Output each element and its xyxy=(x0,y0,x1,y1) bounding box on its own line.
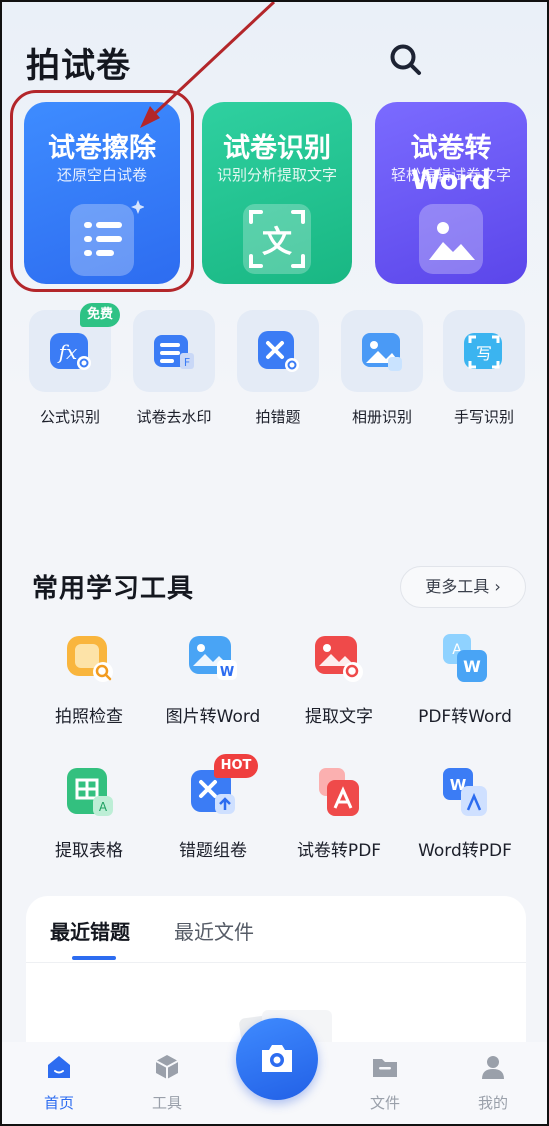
mistake-x-icon xyxy=(258,331,299,372)
tool-pdf-to-word[interactable]: A W PDF转Word xyxy=(400,630,530,727)
nav-files[interactable]: 文件 xyxy=(350,1052,420,1113)
exam-to-pdf-icon xyxy=(319,768,359,816)
tool-photo-mistakes[interactable]: 拍错题 xyxy=(236,310,320,427)
svg-text:W: W xyxy=(220,665,234,680)
active-tab-underline xyxy=(72,956,116,960)
svg-text:F: F xyxy=(184,356,190,369)
tool-handwriting-label: 手写识别 xyxy=(453,408,514,426)
folder-icon xyxy=(373,1059,397,1077)
svg-text:fx: fx xyxy=(57,340,78,364)
handwriting-icon: 写 xyxy=(464,333,502,369)
tool-word-to-pdf-label: Word转PDF xyxy=(418,841,512,861)
tool-exam-to-pdf-label: 试卷转PDF xyxy=(296,841,382,861)
word-to-pdf-icon: W xyxy=(443,768,487,816)
user-icon xyxy=(482,1056,504,1079)
scan-text-icon: 文 xyxy=(243,204,311,274)
tool-remove-watermark-label: 试卷去水印 xyxy=(136,408,212,426)
tool-photo-mistakes-label: 拍错题 xyxy=(255,408,301,426)
tool-album-recognition-label: 相册识别 xyxy=(351,408,412,426)
tool-photo-check[interactable]: 拍照检查 xyxy=(24,630,154,727)
tool-formula-recognition[interactable]: fx 公式识别 xyxy=(28,310,112,427)
exam-recognize-title: 试卷识别 xyxy=(223,133,331,164)
nav-me[interactable]: 我的 xyxy=(458,1052,528,1113)
nav-home-label: 首页 xyxy=(43,1094,74,1112)
scan-text-glyph: 文 xyxy=(262,225,292,260)
annotation-highlight-ring xyxy=(10,90,194,292)
tool-image-to-word[interactable]: W 图片转Word xyxy=(148,630,278,727)
exam-to-word-title: 试卷转Word xyxy=(410,133,492,196)
svg-text:A: A xyxy=(99,800,108,814)
home-icon xyxy=(48,1056,70,1078)
tool-pdf-to-word-label: PDF转Word xyxy=(418,707,512,727)
nav-tools-label: 工具 xyxy=(151,1094,182,1112)
tool-extract-table-label: 提取表格 xyxy=(55,841,123,861)
tool-formula-label: 公式识别 xyxy=(39,408,100,426)
watermark-remove-icon: F xyxy=(154,335,194,369)
camera-button[interactable] xyxy=(236,1018,318,1100)
tool-remove-watermark[interactable]: F 试卷去水印 xyxy=(132,310,216,427)
tab-recent-files[interactable]: 最近文件 xyxy=(174,916,254,945)
tool-exam-to-pdf[interactable]: 试卷转PDF xyxy=(274,764,404,861)
camera-icon xyxy=(262,1045,292,1072)
handwriting-glyph: 写 xyxy=(476,344,492,363)
more-tools-button[interactable]: 更多工具 › xyxy=(400,566,526,608)
tool-photo-check-label: 拍照检查 xyxy=(55,707,123,727)
nav-me-label: 我的 xyxy=(477,1094,508,1112)
app-screen: 拍试卷 试卷擦除 还原空白试卷 试卷识别 识别分析提取文字 文 试卷转Word xyxy=(0,0,549,1126)
search-icon[interactable] xyxy=(388,42,424,78)
exam-recognize-subtitle: 识别分析提取文字 xyxy=(216,166,337,184)
album-image-icon xyxy=(362,333,402,371)
nav-files-label: 文件 xyxy=(369,1094,400,1112)
pdf-to-word-icon: A W xyxy=(443,634,487,682)
formula-icon: fx xyxy=(50,333,91,370)
tool-image-to-word-label: 图片转Word xyxy=(165,707,261,727)
tool-extract-text[interactable]: 提取文字 xyxy=(274,630,404,727)
exam-recognize-card[interactable]: 试卷识别 识别分析提取文字 文 xyxy=(202,102,352,284)
free-badge: 免费 xyxy=(80,303,120,327)
tool-handwriting-recognition[interactable]: 写 手写识别 xyxy=(442,310,526,427)
hot-badge: HOT xyxy=(214,754,258,778)
common-tools-title: 常用学习工具 xyxy=(32,574,195,604)
image-document-icon xyxy=(419,204,483,274)
tab-recent-mistakes[interactable]: 最近错题 xyxy=(50,916,130,945)
extract-table-icon: A xyxy=(67,768,113,816)
panel-divider xyxy=(26,962,526,963)
tool-extract-table[interactable]: A 提取表格 xyxy=(24,764,154,861)
extract-text-icon xyxy=(315,636,363,682)
nav-tools[interactable]: 工具 xyxy=(132,1052,202,1113)
photo-check-icon xyxy=(67,636,113,682)
cube-icon xyxy=(155,1055,179,1079)
image-to-word-icon: W xyxy=(189,636,237,680)
exam-to-word-subtitle: 轻松编辑试卷文字 xyxy=(390,166,511,184)
tool-mistake-paper[interactable]: 错题组卷 xyxy=(148,764,278,861)
tool-word-to-pdf[interactable]: W Word转PDF xyxy=(400,764,530,861)
tool-extract-text-label: 提取文字 xyxy=(305,707,373,727)
tool-mistake-paper-label: 错题组卷 xyxy=(179,841,247,861)
svg-text:W: W xyxy=(463,657,481,676)
page-title: 拍试卷 xyxy=(26,46,131,86)
nav-home[interactable]: 首页 xyxy=(24,1052,94,1113)
exam-to-word-card[interactable]: 试卷转Word 轻松编辑试卷文字 xyxy=(375,102,527,284)
tool-album-recognition[interactable]: 相册识别 xyxy=(340,310,424,427)
